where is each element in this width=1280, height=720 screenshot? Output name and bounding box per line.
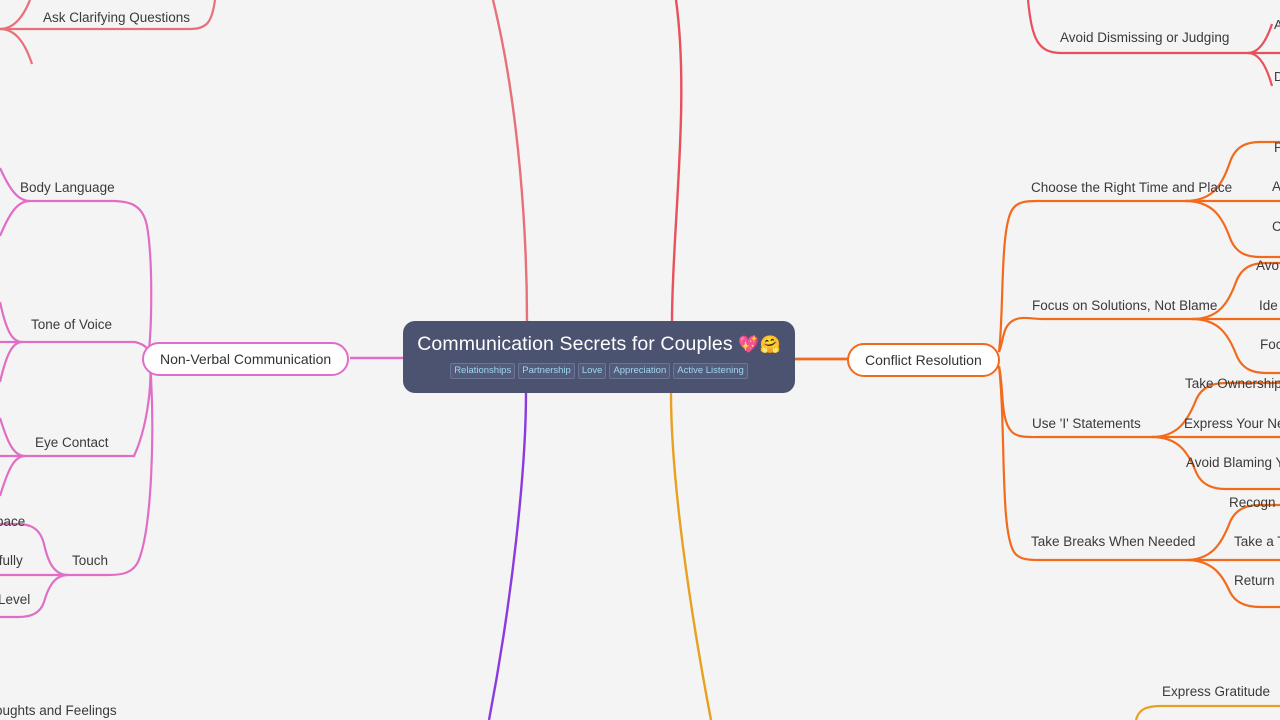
edge-conflict-to-choose-time-place — [997, 199, 1185, 353]
root-tag-relationships[interactable]: Relationships — [450, 363, 516, 380]
label-choose-time-child-2[interactable]: A — [1272, 180, 1280, 194]
label-eye-contact-text: Eye Contact — [35, 435, 109, 450]
edge-tone-of-voice-feeder-a — [0, 301, 23, 344]
label-touch[interactable]: Touch — [72, 554, 108, 568]
label-body-language[interactable]: Body Language — [20, 181, 115, 195]
label-avoid-blaming-you-text: Avoid Blaming Y — [1186, 455, 1280, 470]
label-touch-text: Touch — [72, 553, 109, 568]
edge-eye-contact-feeder-b — [0, 454, 26, 497]
edge-active-listening-trunk-right — [670, 0, 683, 322]
label-use-i-statements-text: Use 'I' Statements — [1032, 416, 1141, 431]
label-choose-time-child-2-text: A — [1272, 179, 1280, 194]
label-share-thoughts-and-feelings-text: oughts and Feelings — [0, 703, 117, 718]
label-focus-solutions-child-identify[interactable]: Ide — [1259, 299, 1278, 313]
edge-choose-time-child-3 — [1184, 199, 1280, 259]
label-focus-on-solutions-not-blame[interactable]: Focus on Solutions, Not Blame — [1032, 299, 1217, 313]
label-recognize[interactable]: Recogn — [1229, 496, 1276, 510]
label-focus-on-solutions-not-blame-text: Focus on Solutions, Not Blame — [1032, 298, 1218, 313]
edge-avoid-dismissing-or-judging — [1026, 0, 1280, 55]
edge-avoid-dismissing-child-b — [1247, 51, 1274, 87]
label-comfort-level-text: Level — [0, 592, 31, 607]
root-tag-appreciation[interactable]: Appreciation — [609, 363, 671, 380]
node-conflict-resolution[interactable]: Conflict Resolution — [847, 343, 1000, 377]
edge-non-verbal-to-tone-of-voice — [0, 340, 150, 359]
edge-avoid-dismissing-child-a — [1247, 23, 1274, 55]
root-tag-active-listening[interactable]: Active Listening — [673, 363, 748, 380]
label-focus-solutions-child-focus-text: Foc — [1260, 337, 1280, 352]
label-touch-respectfully[interactable]: tfully — [0, 554, 23, 568]
label-take-ownership-text: Take Ownership — [1185, 376, 1280, 391]
label-avoid-blaming-you[interactable]: Avoid Blaming Y — [1186, 456, 1280, 470]
label-focus-solutions-child-avoid[interactable]: Avo — [1256, 259, 1279, 273]
label-choose-time-child-1[interactable]: P — [1274, 141, 1280, 155]
edge-express-gratitude — [1134, 704, 1280, 720]
label-choose-the-right-time-and-place[interactable]: Choose the Right Time and Place — [1031, 181, 1232, 195]
edge-non-verbal-to-body-language — [30, 199, 153, 359]
root-tag-list: Relationships Partnership Love Appreciat… — [450, 363, 748, 380]
label-express-your-needs[interactable]: Express Your Ne — [1184, 417, 1280, 431]
edge-ask-clarifying-questions-feeder-b — [0, 27, 34, 65]
label-focus-solutions-child-identify-text: Ide — [1259, 298, 1278, 313]
root-node[interactable]: Communication Secrets for Couples 💖🤗 Rel… — [403, 321, 795, 393]
label-return[interactable]: Return — [1234, 574, 1275, 588]
label-tone-of-voice-text: Tone of Voice — [31, 317, 113, 332]
root-emoji: 💖🤗 — [738, 334, 781, 354]
label-choose-time-child-3[interactable]: C — [1272, 220, 1280, 234]
label-ask-clarifying-questions-text: Ask Clarifying Questions — [43, 10, 191, 25]
label-recognize-text: Recogn — [1229, 495, 1276, 510]
label-take-breaks-when-needed-text: Take Breaks When Needed — [1031, 534, 1196, 549]
node-non-verbal-communication[interactable]: Non-Verbal Communication — [142, 342, 350, 376]
label-express-your-needs-text: Express Your Ne — [1184, 416, 1280, 431]
root-tag-partnership[interactable]: Partnership — [518, 363, 575, 380]
label-avoid-dismissing-child-a[interactable]: A — [1274, 18, 1280, 31]
label-avoid-dismissing-child-b-text: D — [1274, 69, 1280, 84]
edge-eye-contact-feeder-a — [0, 417, 26, 458]
root-tag-love[interactable]: Love — [577, 363, 607, 380]
label-use-i-statements[interactable]: Use 'I' Statements — [1032, 417, 1141, 431]
edge-tone-of-voice-feeder-b — [0, 340, 23, 383]
label-take-a-timeout-text: Take a T — [1234, 534, 1280, 549]
label-comfort-level[interactable]: Level — [0, 593, 30, 607]
edge-active-listening-trunk-left — [491, 0, 529, 322]
label-express-gratitude-text: Express Gratitude — [1162, 684, 1271, 699]
edge-body-language-feeder-b — [0, 199, 31, 237]
label-take-a-timeout[interactable]: Take a T — [1234, 535, 1280, 549]
label-return-text: Return — [1234, 573, 1275, 588]
label-focus-solutions-child-avoid-text: Avo — [1256, 258, 1280, 273]
label-choose-the-right-time-and-place-text: Choose the Right Time and Place — [1031, 180, 1233, 195]
label-avoid-dismissing-child-a-text: A — [1274, 17, 1280, 32]
node-conflict-resolution-label: Conflict Resolution — [865, 352, 982, 368]
label-focus-solutions-child-focus[interactable]: Foc — [1260, 338, 1280, 352]
mindmap-canvas[interactable]: Communication Secrets for Couples 💖🤗 Rel… — [0, 0, 1280, 720]
label-avoid-dismissing-or-judging-text: Avoid Dismissing or Judging — [1060, 30, 1230, 45]
edge-non-verbal-to-touch — [68, 361, 154, 577]
label-touch-respectfully-text: tfully — [0, 553, 23, 568]
root-title: Communication Secrets for Couples 💖🤗 — [417, 332, 781, 357]
label-choose-time-child-3-text: C — [1272, 219, 1280, 234]
edge-conflict-to-focus-on-solutions — [997, 316, 1192, 353]
label-eye-contact[interactable]: Eye Contact — [35, 436, 109, 450]
node-non-verbal-communication-label: Non-Verbal Communication — [160, 351, 332, 367]
edge-amber-trunk — [669, 392, 713, 720]
label-ask-clarifying-questions[interactable]: Ask Clarifying Questions — [43, 11, 190, 25]
label-tone-of-voice[interactable]: Tone of Voice — [31, 318, 112, 332]
edge-ask-clarifying-questions-feeder-a — [0, 0, 32, 31]
label-choose-time-child-1-text: P — [1274, 140, 1280, 155]
label-take-ownership[interactable]: Take Ownership — [1185, 377, 1280, 391]
label-avoid-dismissing-or-judging[interactable]: Avoid Dismissing or Judging — [1060, 31, 1229, 45]
label-express-gratitude[interactable]: Express Gratitude — [1162, 685, 1270, 699]
edge-conflict-to-take-breaks — [997, 365, 1186, 562]
label-personal-space[interactable]: pace — [0, 515, 25, 529]
edge-purple-trunk — [487, 392, 528, 720]
label-personal-space-text: pace — [0, 514, 26, 529]
label-share-thoughts-and-feelings[interactable]: oughts and Feelings — [0, 704, 117, 718]
edge-take-breaks-child-1 — [1185, 503, 1280, 562]
label-avoid-dismissing-child-b[interactable]: D — [1274, 70, 1280, 83]
root-title-text: Communication Secrets for Couples — [417, 332, 733, 355]
label-body-language-text: Body Language — [20, 180, 115, 195]
label-take-breaks-when-needed[interactable]: Take Breaks When Needed — [1031, 535, 1195, 549]
